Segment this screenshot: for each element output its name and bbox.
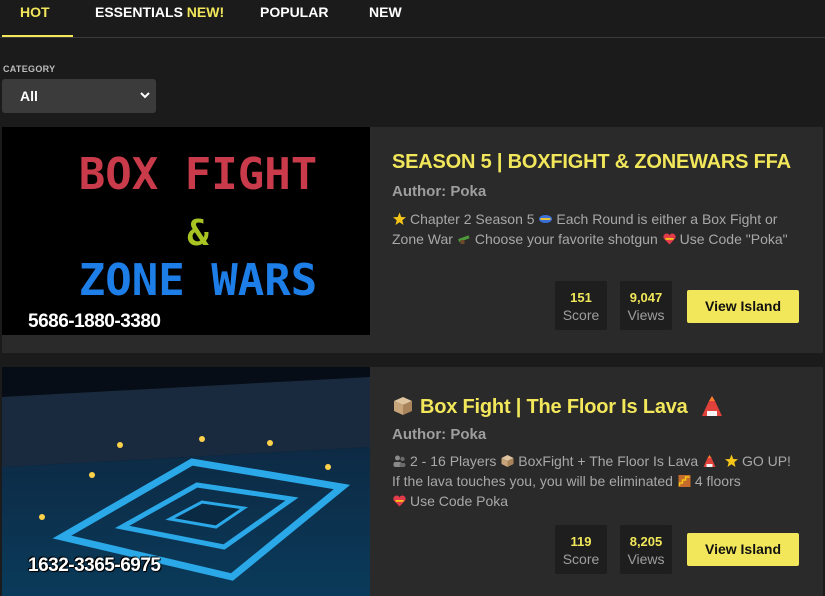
views-stat: 9,047 Views (620, 281, 672, 330)
score-value: 151 (570, 290, 592, 305)
heart-icon (393, 495, 406, 507)
island-card: BOX FIGHT & ZONE WARS 5686-1880-3380 SEA… (2, 127, 823, 353)
category-selected-value: All (20, 88, 38, 104)
score-label: Score (562, 551, 600, 567)
thumb-line-3: ZONE WARS (79, 255, 317, 306)
island-title: Box Fight | The Floor Is Lava (420, 396, 688, 418)
tab-hot[interactable]: HOT (20, 0, 50, 38)
thumb-line-2: & (187, 213, 209, 254)
tab-essentials[interactable]: ESSENTIALS NEW! (95, 0, 224, 38)
island-card: 1632-3365-6975 Box Fight | The Floor Is … (2, 367, 823, 596)
desc-text: Use Code "Poka" (679, 231, 788, 247)
star-icon (724, 454, 738, 467)
box-icon (501, 455, 514, 467)
players-icon (393, 455, 406, 467)
island-title-row[interactable]: Box Fight | The Floor Is Lava (392, 393, 728, 419)
heart-icon (662, 233, 676, 245)
thumb-line-1: BOX FIGHT (79, 149, 317, 200)
desc-text: BoxFight + The Floor Is Lava (518, 453, 699, 469)
desc-text: Use Code Poka (410, 493, 509, 509)
star-icon (393, 212, 406, 225)
chevron-down-icon (140, 92, 150, 99)
island-description: Chapter 2 Season 5 Each Round is either … (392, 209, 800, 249)
tab-new[interactable]: NEW (369, 0, 402, 38)
views-value: 9,047 (629, 290, 663, 305)
stairs-icon (678, 475, 691, 487)
score-stat: 151 Score (555, 281, 607, 330)
volcano-icon (703, 455, 716, 467)
island-author: Author: Poka (392, 183, 487, 200)
island-author: Author: Poka (392, 426, 487, 443)
tab-popular[interactable]: POPULAR (260, 0, 328, 38)
view-island-button[interactable]: View Island (687, 533, 799, 566)
desc-text: Chapter 2 Season 5 (410, 211, 535, 227)
tab-essentials-label: ESSENTIALS (95, 4, 183, 20)
desc-text: Choose your favorite shotgun (474, 231, 658, 247)
thumbnail-artwork: BOX FIGHT & ZONE WARS (79, 149, 317, 306)
shotgun-icon (458, 235, 470, 244)
island-description: 2 - 16 Players BoxFight + The Floor Is L… (392, 451, 800, 511)
views-label: Views (627, 551, 665, 567)
desc-text: 2 - 16 Players (410, 453, 497, 469)
island-thumbnail[interactable]: 1632-3365-6975 (2, 367, 370, 596)
category-label: CATEGORY (3, 64, 56, 74)
score-stat: 119 Score (555, 525, 607, 574)
island-code: 1632-3365-6975 (28, 555, 161, 576)
category-select[interactable]: All (2, 79, 156, 113)
views-stat: 8,205 Views (620, 525, 672, 574)
island-title[interactable]: SEASON 5 | BOXFIGHT & ZONEWARS FFA (392, 151, 791, 174)
views-label: Views (627, 307, 665, 323)
island-thumbnail[interactable]: BOX FIGHT & ZONE WARS 5686-1880-3380 (2, 127, 370, 335)
category-tabs: HOT ESSENTIALS NEW! POPULAR NEW (0, 0, 825, 38)
score-label: Score (562, 307, 600, 323)
crossed-swords-icon (539, 215, 553, 223)
tab-popular-label: POPULAR (260, 4, 329, 20)
desc-text: 4 floors (694, 473, 741, 489)
tab-hot-label: HOT (20, 4, 50, 20)
box-icon (394, 397, 412, 415)
new-badge: NEW! (186, 4, 225, 20)
score-value: 119 (570, 534, 592, 549)
island-code: 5686-1880-3380 (28, 311, 161, 332)
tab-new-label: NEW (369, 4, 402, 20)
volcano-icon (701, 396, 722, 416)
view-island-button[interactable]: View Island (687, 290, 799, 323)
active-tab-indicator (2, 35, 73, 37)
views-value: 8,205 (629, 534, 663, 549)
